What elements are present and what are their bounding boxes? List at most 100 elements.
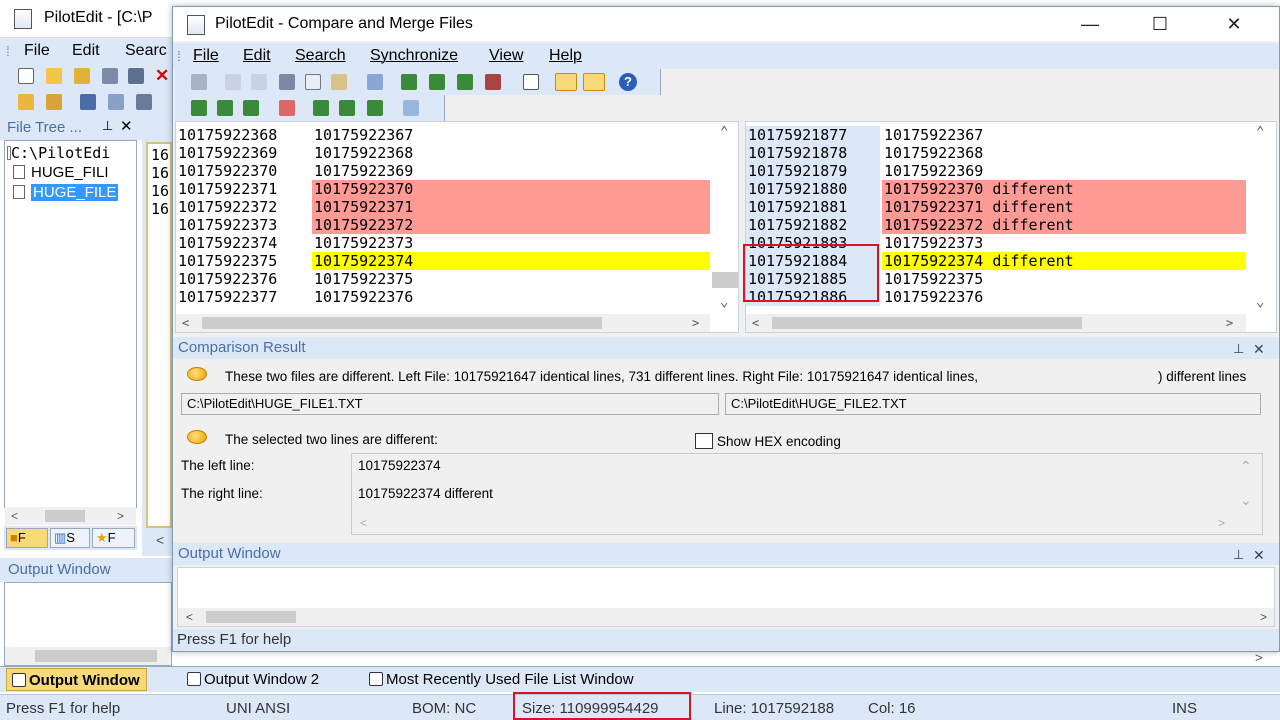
close-icon[interactable]: ✕ [120,117,133,135]
scroll-thumb[interactable] [45,510,85,522]
compare-next-icon[interactable] [429,74,445,90]
left-vscroll[interactable]: ⌃ ⌄ [710,122,738,314]
scroll-right-icon[interactable]: > [1260,610,1267,624]
new-file-icon[interactable] [18,68,34,84]
delete-icon[interactable] [279,100,295,116]
compare-icon[interactable] [401,74,417,90]
find-icon[interactable] [367,74,383,90]
scroll-left-icon[interactable]: < [11,509,18,523]
scroll-right-icon[interactable]: > [1226,316,1233,330]
save-all-icon[interactable] [128,68,144,84]
copy-all-icon[interactable] [367,100,383,116]
scroll-thumb[interactable] [206,611,296,623]
tab-structure[interactable]: ▥S [50,528,90,548]
scroll-up-icon[interactable]: ⌃ [1240,458,1252,475]
sync-scroll-icon[interactable] [555,73,577,91]
left-compare-row[interactable]: 10175922370 10175922369 [176,162,710,180]
left-compare-row[interactable]: 10175922377 10175922376 [176,288,710,306]
main-menu-edit[interactable]: Edit [72,42,100,60]
right-compare-row[interactable]: 10175921880 10175922370 different [746,180,1246,198]
line-detail-box[interactable]: 10175922374 10175922374 different ⌃ ⌄ < … [351,453,1263,535]
tab-mru-file-list[interactable]: Most Recently Used File List Window [364,668,640,691]
merge-icon[interactable] [191,100,207,116]
scroll-right-icon[interactable]: > [1255,650,1263,665]
open-file-icon[interactable] [46,68,62,84]
scroll-left-icon[interactable]: < [186,610,193,624]
right-compare-row[interactable]: 10175921878 10175922368 [746,144,1246,162]
scroll-thumb[interactable] [772,317,1082,329]
menu-synchronize[interactable]: Synchronize [370,47,458,65]
scroll-thumb[interactable] [202,317,602,329]
right-compare-row[interactable]: 10175921877 10175922367 [746,126,1246,144]
left-hscroll[interactable]: < > [176,314,710,332]
file-tree-item[interactable]: HUGE_FILI [13,163,109,183]
copy-icon[interactable] [305,74,321,90]
accept-icon[interactable] [403,100,419,116]
left-compare-row[interactable]: 10175922373 10175922372 [176,216,710,234]
tile-icon[interactable] [108,94,124,110]
close-button[interactable]: ✕ [1211,11,1257,37]
merge-right-icon[interactable] [243,100,259,116]
main-menu-search[interactable]: Searc [125,42,167,60]
menu-search[interactable]: Search [295,47,346,65]
compare-prev-icon[interactable] [457,74,473,90]
scroll-left-icon[interactable]: < [182,316,189,330]
redo-icon[interactable] [251,74,267,90]
merge-left-icon[interactable] [217,100,233,116]
right-compare-row[interactable]: 10175921881 10175922371 different [746,198,1246,216]
file-tree-hscroll[interactable]: < > [5,507,136,525]
sync-compare-icon[interactable] [583,73,605,91]
paste-icon[interactable] [331,74,347,90]
tab-file-tree[interactable]: ■F [6,528,48,548]
scroll-left-icon[interactable]: < [156,532,164,548]
left-compare-row[interactable]: 10175922372 10175922371 [176,198,710,216]
right-compare-row[interactable]: 10175921882 10175922372 different [746,216,1246,234]
pin-icon[interactable]: ⊥ [1233,338,1244,360]
tab-output-window-2[interactable]: Output Window 2 [182,668,325,691]
right-hscroll[interactable]: < > [746,314,1246,332]
bookmark-next-icon[interactable] [46,94,62,110]
scroll-thumb[interactable] [35,650,157,662]
copy-to-left-icon[interactable] [313,100,329,116]
left-compare-row[interactable]: 10175922371 10175922370 [176,180,710,198]
save-icon[interactable] [102,68,118,84]
menu-edit[interactable]: Edit [243,47,271,65]
minimize-button[interactable]: — [1067,11,1113,37]
tab-favorites[interactable]: ★F [92,528,135,548]
line-mode-icon[interactable] [523,74,539,90]
scroll-right-icon[interactable]: > [1218,516,1225,530]
close-icon[interactable]: ✕ [1253,544,1265,566]
show-hex-checkbox[interactable] [695,433,713,449]
file-tree-item-selected[interactable]: HUGE_FILE [13,183,119,203]
file-tree-root[interactable]: C:\PilotEdi [7,143,110,163]
window-icon[interactable] [80,94,96,110]
right-vscroll[interactable]: ⌃ ⌄ [1246,122,1276,314]
left-compare-row[interactable]: 10175922376 10175922375 [176,270,710,288]
save-icon[interactable] [191,74,207,90]
close-file-icon[interactable]: ✕ [155,66,169,86]
cut-icon[interactable] [279,74,295,90]
scroll-up-icon[interactable]: ⌃ [720,124,728,140]
close-icon[interactable]: ✕ [1253,338,1265,360]
pin-icon[interactable]: ⊥ [1233,544,1244,566]
left-compare-row[interactable]: 10175922375 10175922374 [176,252,710,270]
undo-icon[interactable] [225,74,241,90]
dialog-output-hscroll[interactable]: < > [178,608,1274,626]
scroll-left-icon[interactable]: < [360,516,367,530]
pin-icon[interactable]: ⊥ [102,118,113,134]
scroll-down-icon[interactable]: ⌄ [720,294,728,310]
cascade-icon[interactable] [136,94,152,110]
open-folder-icon[interactable] [74,68,90,84]
menu-help[interactable]: Help [549,47,582,65]
tab-output-window[interactable]: Output Window [6,668,147,691]
menu-file[interactable]: File [193,47,219,65]
scroll-thumb[interactable] [712,272,738,288]
scroll-up-icon[interactable]: ⌃ [1256,124,1264,140]
scroll-left-icon[interactable]: < [752,316,759,330]
menu-view[interactable]: View [489,47,523,65]
copy-to-right-icon[interactable] [339,100,355,116]
scroll-down-icon[interactable]: ⌄ [1240,492,1252,509]
right-compare-row[interactable]: 10175921879 10175922369 [746,162,1246,180]
compare-stop-icon[interactable] [485,74,501,90]
scroll-down-icon[interactable]: ⌄ [1256,294,1264,310]
